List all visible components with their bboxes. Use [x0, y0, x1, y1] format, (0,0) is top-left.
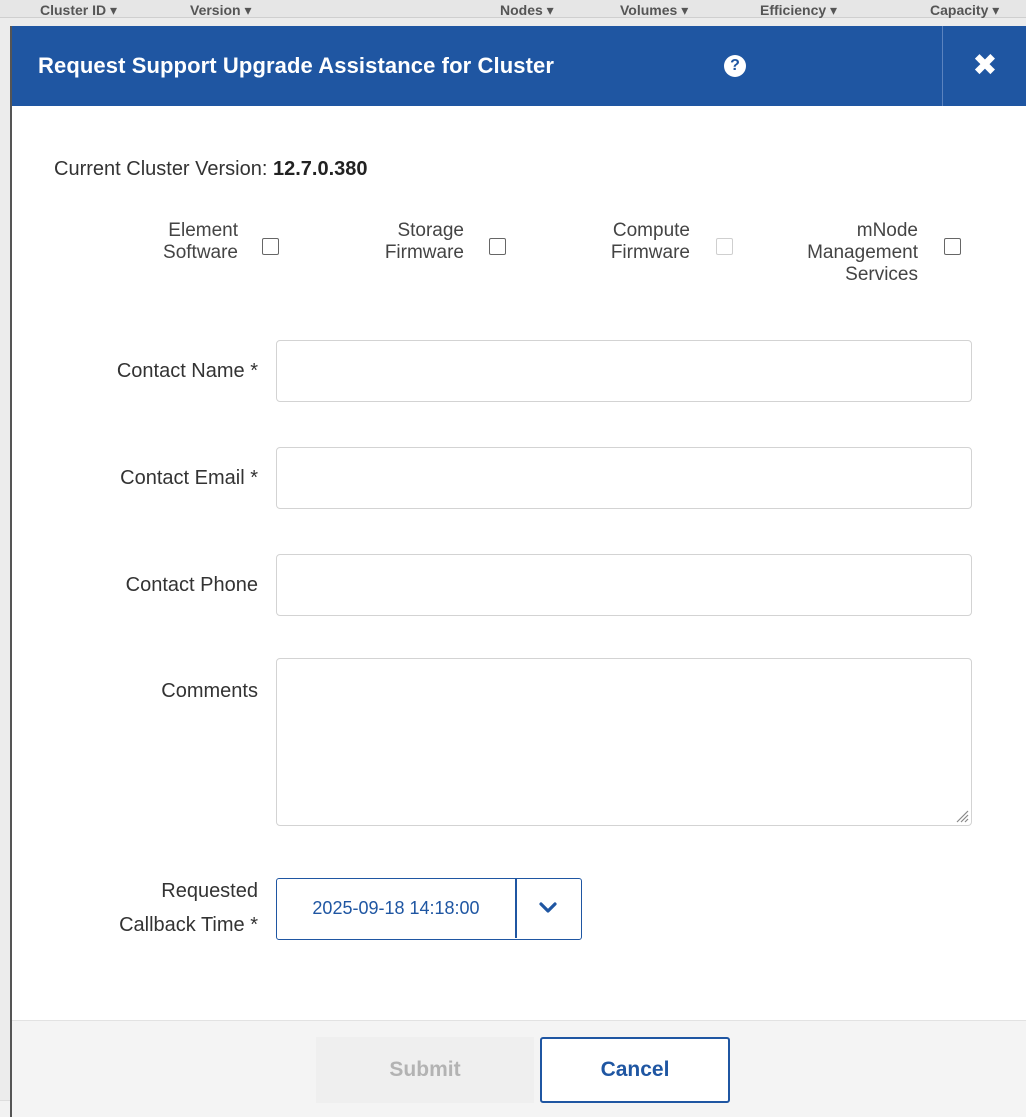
- contact-name-label: Contact Name *: [116, 360, 258, 382]
- element-software-label: Element Software: [163, 220, 238, 263]
- contact-email-input[interactable]: [276, 447, 972, 509]
- submit-button[interactable]: Submit: [316, 1037, 534, 1103]
- header-divider: [942, 26, 943, 106]
- storage-firmware-label: Storage Firmware: [384, 220, 464, 263]
- contact-name-input[interactable]: [276, 340, 972, 402]
- storage-firmware-checkbox[interactable]: [489, 238, 506, 255]
- contact-phone-label: Contact Phone: [125, 574, 258, 596]
- bg-column-capacity: Capacity ▾: [930, 2, 1000, 18]
- callback-time-value[interactable]: 2025-09-18 14:18:00: [277, 879, 515, 938]
- bg-column-efficiency: Efficiency ▾: [760, 2, 838, 18]
- chevron-down-icon: [539, 902, 557, 913]
- compute-firmware-label: Compute Firmware: [610, 220, 690, 263]
- mnode-management-services-label: mNode Management Services: [807, 220, 918, 285]
- bg-column-version: Version ▾: [190, 2, 252, 18]
- callback-time-picker[interactable]: 2025-09-18 14:18:00: [276, 878, 582, 940]
- cancel-button[interactable]: Cancel: [540, 1037, 730, 1103]
- callback-time-label: Requested Callback Time *: [119, 880, 258, 936]
- comments-label: Comments: [161, 680, 258, 702]
- picker-toggle-button[interactable]: [517, 879, 580, 938]
- dialog-title: Request Support Upgrade Assistance for C…: [38, 53, 554, 78]
- contact-phone-input[interactable]: [276, 554, 972, 616]
- mnode-management-services-checkbox[interactable]: [944, 238, 961, 255]
- element-software-checkbox[interactable]: [262, 238, 279, 255]
- close-icon[interactable]: ✖: [970, 48, 1000, 84]
- resize-grip-icon[interactable]: [955, 809, 969, 823]
- version-label: Current Cluster Version:: [54, 158, 273, 180]
- bg-column-nodes: Nodes ▾: [500, 2, 554, 18]
- dialog-header: Request Support Upgrade Assistance for C…: [12, 26, 1026, 106]
- help-icon[interactable]: ?: [724, 55, 746, 77]
- bg-column-cluster-id: Cluster ID ▾: [40, 2, 118, 18]
- upgrade-assistance-dialog: Request Support Upgrade Assistance for C…: [10, 26, 1026, 1117]
- background-table-header: Cluster ID ▾ Version ▾ Nodes ▾ Volumes ▾…: [0, 0, 1026, 18]
- bg-column-volumes: Volumes ▾: [620, 2, 689, 18]
- dialog-footer: Submit Cancel: [12, 1020, 1026, 1117]
- comments-textarea[interactable]: [276, 658, 972, 826]
- compute-firmware-checkbox: [716, 238, 733, 255]
- contact-email-label: Contact Email *: [120, 467, 258, 489]
- current-cluster-version: Current Cluster Version: 12.7.0.380: [54, 158, 368, 181]
- version-value: 12.7.0.380: [272, 158, 368, 180]
